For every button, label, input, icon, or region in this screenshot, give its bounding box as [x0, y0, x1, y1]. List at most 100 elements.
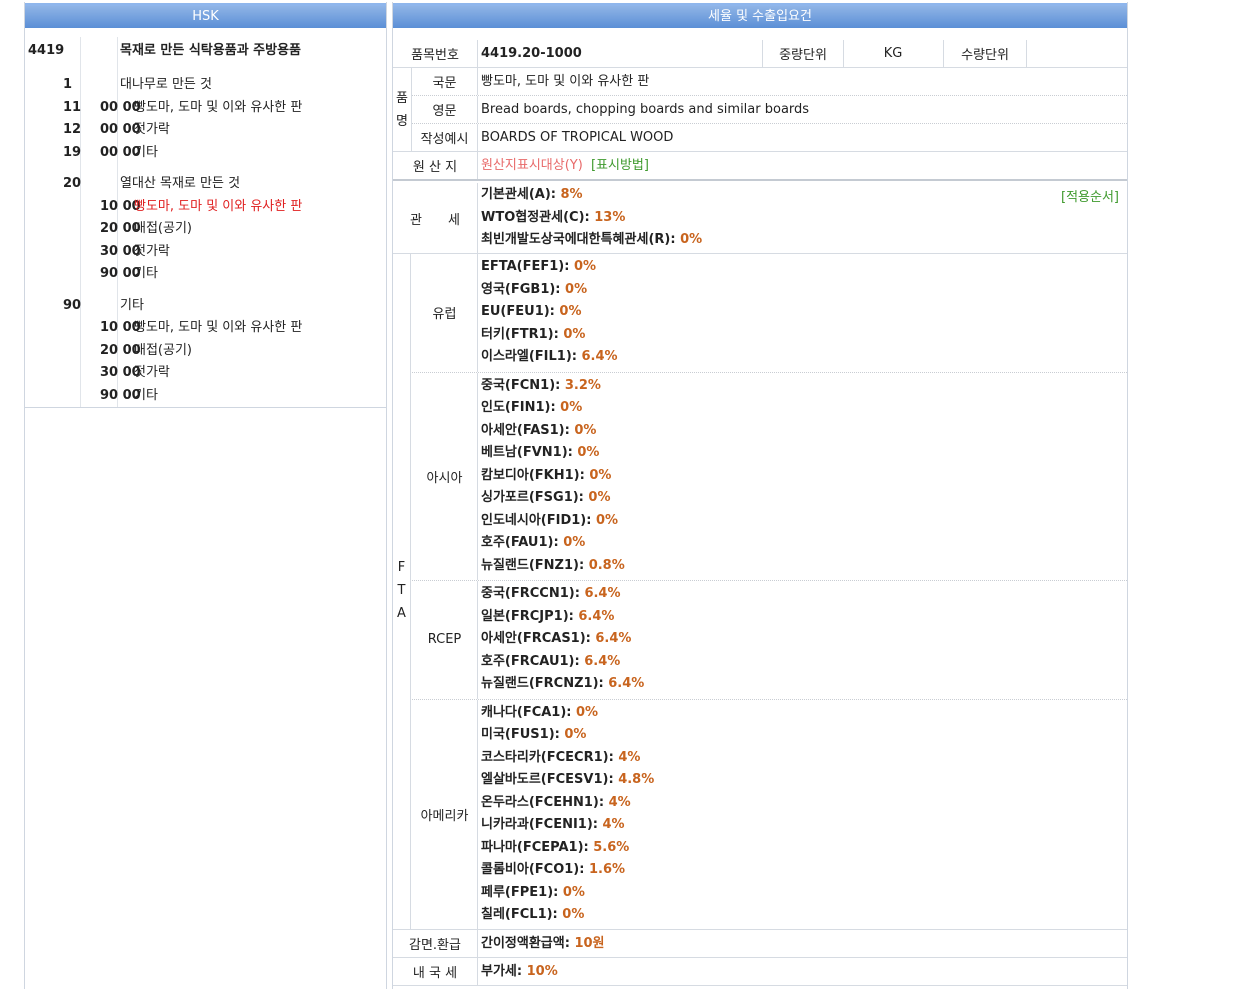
hsk-subheading-code: 20	[63, 176, 82, 191]
hsk-row[interactable]: 11 00 00 빵도마, 도마 및 이와 유사한 판	[25, 97, 386, 120]
tariff-rate-line: WTO협정관세(C): 13%	[481, 207, 702, 230]
fta-rate-line: 아세안(FRCAS1): 6.4%	[481, 628, 644, 651]
hsk-row[interactable]: 90 기타	[25, 295, 386, 318]
fta-name: 엘살바도르(FCESV1):	[481, 772, 619, 787]
tariff-name: 기본관세(A):	[481, 187, 561, 202]
hsk-row[interactable]: 19 00 00 기타	[25, 142, 386, 165]
fta-rate: 4.8%	[618, 772, 655, 787]
fta-rate-line: 니카라과(FCENI1): 4%	[481, 814, 654, 837]
item-number-value: 4419.20-1000	[481, 46, 582, 61]
item-number-row: 품목번호 4419.20-1000 중량단위 KG 수량단위	[393, 40, 1127, 68]
hsk-subheading-code: 11	[63, 99, 82, 115]
domestic-tax-value: 10%	[526, 964, 558, 979]
domestic-tax-row: 내 국 세 부가세: 10%	[393, 958, 1127, 986]
fta-name: 페루(FPE1):	[481, 884, 563, 900]
hsk-row[interactable]: 20 00 대접(공기)	[25, 340, 386, 363]
fta-rate-line: 콜롬비아(FCO1): 1.6%	[481, 859, 654, 882]
fta-rate: 0%	[565, 281, 588, 297]
hsk-subheading-code: 1	[63, 77, 73, 92]
hsk-desc: 열대산 목재로 만든 것	[120, 176, 241, 191]
fta-rate-line: 코스타리카(FCECR1): 4%	[481, 747, 654, 770]
fta-rate: 6.4%	[578, 608, 615, 624]
fta-rate: 0%	[562, 907, 585, 922]
hsk-heading-code: 4419	[28, 43, 65, 58]
fta-rate-line: 페루(FPE1): 0%	[481, 882, 654, 905]
fta-name: 칠레(FCL1):	[481, 907, 563, 922]
origin-row: 원 산 지 원산지표시대상(Y) [표시방법]	[393, 152, 1127, 181]
hsk-row[interactable]: 30 00 젓가락	[25, 241, 386, 264]
fta-group-label: 아메리카	[412, 699, 478, 930]
hsk-desc: 빵도마, 도마 및 이와 유사한 판	[134, 99, 303, 115]
fta-rate: 3.2%	[564, 377, 601, 393]
product-name-block: 품명 국문 빵도마, 도마 및 이와 유사한 판 영문 Bread boards…	[393, 68, 1127, 152]
example-value: BOARDS OF TROPICAL WOOD	[481, 130, 674, 145]
hsk-row[interactable]: 30 00 젓가락	[25, 362, 386, 385]
hsk-desc: 젓가락	[134, 243, 170, 259]
hsk-row[interactable]: 12 00 00 젓가락	[25, 119, 386, 142]
fta-rate-line: 칠레(FCL1): 0%	[481, 904, 654, 927]
fta-rate: 4%	[608, 794, 631, 810]
fta-rate: 1.6%	[588, 862, 626, 877]
hsk-header: HSK	[25, 3, 386, 28]
fta-rate-line: 온두라스(FCEHN1): 4%	[481, 792, 654, 815]
fta-name: 뉴질랜드(FNZ1):	[481, 557, 589, 573]
fta-rate: 0%	[564, 727, 587, 742]
fta-name: 일본(FRCJP1):	[481, 608, 579, 624]
fta-name: 코스타리카(FCECR1):	[481, 749, 619, 765]
tariff-header: 세율 및 수출입요건	[393, 3, 1127, 28]
domestic-tax-label: 내 국 세	[393, 958, 478, 985]
fta-name: EU(FEU1):	[481, 304, 560, 319]
apply-order-link[interactable]: [적용순서]	[1061, 186, 1119, 205]
fta-name: 호주(FAU1):	[481, 535, 564, 550]
fta-group-label: 아시아	[412, 372, 478, 580]
hsk-row[interactable]: 20 00 대접(공기)	[25, 218, 386, 241]
fta-rate-line: 호주(FRCAU1): 6.4%	[481, 651, 644, 674]
fta-rate-line: 아세안(FAS1): 0%	[481, 420, 625, 443]
hsk-row[interactable]: 90 00 기타	[25, 263, 386, 286]
example-label: 작성예시	[412, 124, 478, 151]
fta-rate: 0%	[589, 467, 612, 483]
english-name-label: 영문	[412, 96, 478, 123]
hsk-desc: 기타	[134, 387, 158, 403]
hsk-desc: 젓가락	[134, 365, 170, 380]
tariff-rate-line: 기본관세(A): 8%	[481, 184, 702, 207]
hsk-row[interactable]: 20 열대산 목재로 만든 것	[25, 173, 386, 196]
korean-name-value: 빵도마, 도마 및 이와 유사한 판	[481, 74, 650, 89]
origin-mark-link[interactable]: 원산지표시대상(Y)	[481, 158, 583, 173]
refund-value: 10원	[574, 936, 605, 951]
hsk-row[interactable]: 10 00 빵도마, 도마 및 이와 유사한 판	[25, 196, 386, 219]
fta-rate: 6.4%	[581, 349, 618, 364]
hsk-row[interactable]: 1 대나무로 만든 것	[25, 74, 386, 97]
refund-name: 간이정액환급액:	[481, 936, 575, 951]
fta-rate-line: 캄보디아(FKH1): 0%	[481, 465, 625, 488]
fta-rate-line: 베트남(FVN1): 0%	[481, 442, 625, 465]
fta-rate: 0%	[562, 884, 585, 900]
fta-rate-line: 인도(FIN1): 0%	[481, 397, 625, 420]
fta-name: 인도네시아(FID1):	[481, 512, 596, 528]
fta-rate: 6.4%	[608, 676, 645, 691]
tariff-label: 관 세	[393, 183, 478, 253]
hsk-row[interactable]: 90 00 기타	[25, 385, 386, 408]
fta-group-label: RCEP	[412, 581, 478, 699]
hsk-panel: HSK 4419 목재로 만든 식탁용품과 주방용품 1 대나무로 만든 것 11 0…	[24, 2, 387, 989]
fta-rate-line: 엘살바도르(FCESV1): 4.8%	[481, 769, 654, 792]
mark-method-link[interactable]: [표시방법]	[591, 158, 649, 173]
fta-name: 베트남(FVN1):	[481, 445, 578, 460]
fta-rate-line: 인도네시아(FID1): 0%	[481, 510, 625, 533]
item-number-label: 품목번호	[393, 40, 478, 67]
fta-rate-line: 파나마(FCEPA1): 5.6%	[481, 837, 654, 860]
fta-name: EFTA(FEF1):	[481, 259, 574, 274]
hsk-desc: 빵도마, 도마 및 이와 유사한 판	[134, 198, 303, 214]
fta-rate-line: 중국(FRCCN1): 6.4%	[481, 583, 644, 606]
fta-name: 뉴질랜드(FRCNZ1):	[481, 676, 609, 691]
refund-row: 감면.환급 간이정액환급액: 10원	[393, 930, 1127, 958]
fta-name: 아세안(FAS1):	[481, 422, 575, 438]
hsk-desc: 대접(공기)	[134, 221, 192, 236]
hsk-heading-row: 4419 목재로 만든 식탁용품과 주방용품	[25, 37, 386, 65]
refund-label: 감면.환급	[393, 930, 478, 957]
fta-group: RCEP 중국(FRCCN1): 6.4% 일본(FRCJP1): 6.4% 아세안(…	[412, 581, 1127, 700]
hsk-row[interactable]: 10 00 빵도마, 도마 및 이와 유사한 판	[25, 317, 386, 340]
hsk-desc: 대나무로 만든 것	[120, 77, 212, 92]
fta-rate: 0%	[573, 259, 597, 274]
fta-rate-line: 싱가포르(FSG1): 0%	[481, 487, 625, 510]
